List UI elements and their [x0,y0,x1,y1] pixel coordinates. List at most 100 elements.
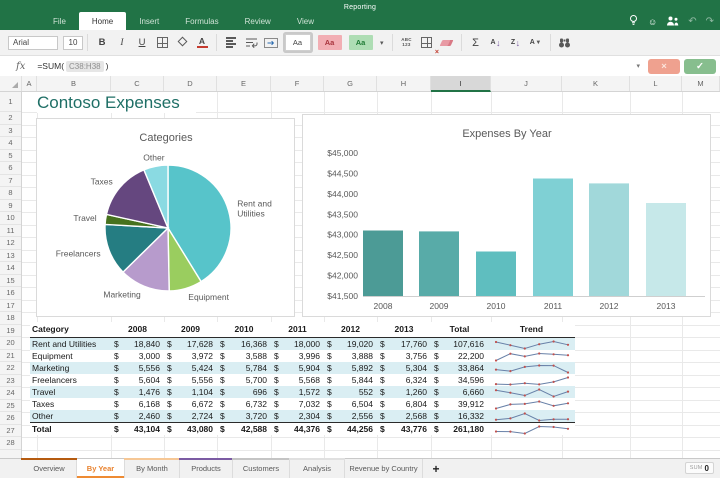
redo-icon[interactable]: ↷ [706,17,714,27]
category-cell[interactable]: Taxes [30,398,111,410]
font-size-box[interactable]: 10 [63,36,83,50]
value-cell[interactable]: $5,424 [164,362,217,374]
row-header-7[interactable]: 7 [0,175,21,188]
bar-2010[interactable] [476,252,516,297]
table-row-rent-and-utilities[interactable]: Rent and Utilities$18,840$17,628$16,368$… [30,338,575,351]
column-header-F[interactable]: F [271,76,324,91]
ribbon-tab-insert[interactable]: Insert [126,14,172,30]
font-name-box[interactable]: Arial [8,36,58,50]
value-cell[interactable]: $16,332 [431,410,488,423]
value-cell[interactable]: $2,304 [271,410,324,423]
row-header-26[interactable]: 26 [0,412,21,425]
category-cell[interactable]: Other [30,410,111,423]
column-header-B[interactable]: B [37,76,111,91]
row-header-1[interactable]: 1 [0,92,21,112]
formula-range-chip[interactable]: C38:H38 [66,61,104,72]
value-cell[interactable]: $3,972 [164,350,217,362]
table-row-taxes[interactable]: Taxes$6,168$6,672$6,732$7,032$6,504$6,80… [30,398,575,410]
value-cell[interactable]: $5,556 [164,374,217,386]
value-cell[interactable]: $18,000 [271,338,324,351]
row-header-6[interactable]: 6 [0,162,21,175]
column-header-J[interactable]: J [491,76,562,91]
ribbon-tab-file[interactable]: File [40,14,79,30]
value-cell[interactable]: $6,324 [377,374,431,386]
value-cell[interactable]: $1,476 [111,386,164,398]
value-cell[interactable]: $6,168 [111,398,164,410]
row-header-13[interactable]: 13 [0,250,21,263]
column-header-C[interactable]: C [111,76,164,91]
value-cell[interactable]: $5,604 [111,374,164,386]
bar-2013[interactable] [646,203,686,296]
italic-button[interactable]: I [114,34,131,52]
category-cell[interactable]: Total [30,423,111,436]
row-header-28[interactable]: 28 [0,437,21,450]
expenses-bar-chart[interactable]: Expenses By Year$41,500$42,000$42,500$43… [302,114,711,317]
value-cell[interactable]: $6,660 [431,386,488,398]
trend-sparkline-cell[interactable] [488,362,575,374]
trend-sparkline-cell[interactable] [488,410,575,423]
category-cell[interactable]: Rent and Utilities [30,338,111,351]
row-header-18[interactable]: 18 [0,312,21,325]
value-cell[interactable]: $2,568 [377,410,431,423]
trend-sparkline-cell[interactable] [488,374,575,386]
row-header-12[interactable]: 12 [0,237,21,250]
value-cell[interactable]: $5,304 [377,362,431,374]
row-header-9[interactable]: 9 [0,200,21,213]
trend-sparkline-cell[interactable] [488,398,575,410]
row-header-5[interactable]: 5 [0,150,21,163]
sheet-tab-revenue-by-country[interactable]: Revenue by Country [345,459,423,478]
value-cell[interactable]: $3,996 [271,350,324,362]
value-cell[interactable]: $6,672 [164,398,217,410]
value-cell[interactable]: $3,588 [217,350,271,362]
align-button[interactable] [223,34,240,52]
value-cell[interactable]: $18,840 [111,338,164,351]
category-cell[interactable]: Marketing [30,362,111,374]
value-cell[interactable]: $17,760 [377,338,431,351]
value-cell[interactable]: $5,556 [111,362,164,374]
trend-sparkline-cell[interactable] [488,386,575,398]
sheet-tab-by-month[interactable]: By Month [125,459,180,478]
value-cell[interactable]: $552 [324,386,377,398]
value-cell[interactable]: $6,804 [377,398,431,410]
cell-style-good-chip[interactable]: Aa [349,35,373,50]
row-header-23[interactable]: 23 [0,375,21,388]
bold-button[interactable]: B [94,34,111,52]
value-cell[interactable]: $107,616 [431,338,488,351]
formula-bar[interactable]: fx =SUM( C38:H38 ) ▾ × ✓ [0,56,720,77]
sheet-tab-products[interactable]: Products [180,459,233,478]
value-cell[interactable]: $2,460 [111,410,164,423]
value-cell[interactable]: $44,376 [271,423,324,436]
tell-me-lightbulb-icon[interactable] [628,13,639,31]
value-cell[interactable]: $5,844 [324,374,377,386]
row-header-24[interactable]: 24 [0,387,21,400]
row-header-16[interactable]: 16 [0,287,21,300]
row-header-3[interactable]: 3 [0,125,21,138]
cell-style-bad-chip[interactable]: Aa [318,35,342,50]
borders-button[interactable] [154,34,171,52]
row-header-2[interactable]: 2 [0,112,21,125]
value-cell[interactable]: $2,556 [324,410,377,423]
column-header-L[interactable]: L [630,76,682,91]
row-header-19[interactable]: 19 [0,325,21,338]
row-header-20[interactable]: 20 [0,337,21,350]
status-sum-badge[interactable]: SUM 0 [685,462,714,474]
confirm-entry-button[interactable]: ✓ [684,59,716,74]
sort-descending-button[interactable]: Z↓ [507,34,524,52]
undo-icon[interactable]: ↶ [688,17,696,27]
column-header-G[interactable]: G [324,76,377,91]
row-header-21[interactable]: 21 [0,350,21,363]
value-cell[interactable]: $2,724 [164,410,217,423]
row-header-14[interactable]: 14 [0,262,21,275]
expenses-table[interactable]: Category200820092010201120122013TotalTre… [30,322,575,435]
share-people-icon[interactable] [666,13,679,31]
value-cell[interactable]: $42,588 [217,423,271,436]
ribbon-tab-formulas[interactable]: Formulas [172,14,231,30]
value-cell[interactable]: $44,256 [324,423,377,436]
row-header-15[interactable]: 15 [0,275,21,288]
value-cell[interactable]: $5,700 [217,374,271,386]
table-row-equipment[interactable]: Equipment$3,000$3,972$3,588$3,996$3,888$… [30,350,575,362]
sheet-tab-analysis[interactable]: Analysis [290,459,345,478]
value-cell[interactable]: $34,596 [431,374,488,386]
row-header-10[interactable]: 10 [0,212,21,225]
categories-pie-chart[interactable]: CategoriesRent andUtilitiesEquipmentMark… [36,118,295,317]
